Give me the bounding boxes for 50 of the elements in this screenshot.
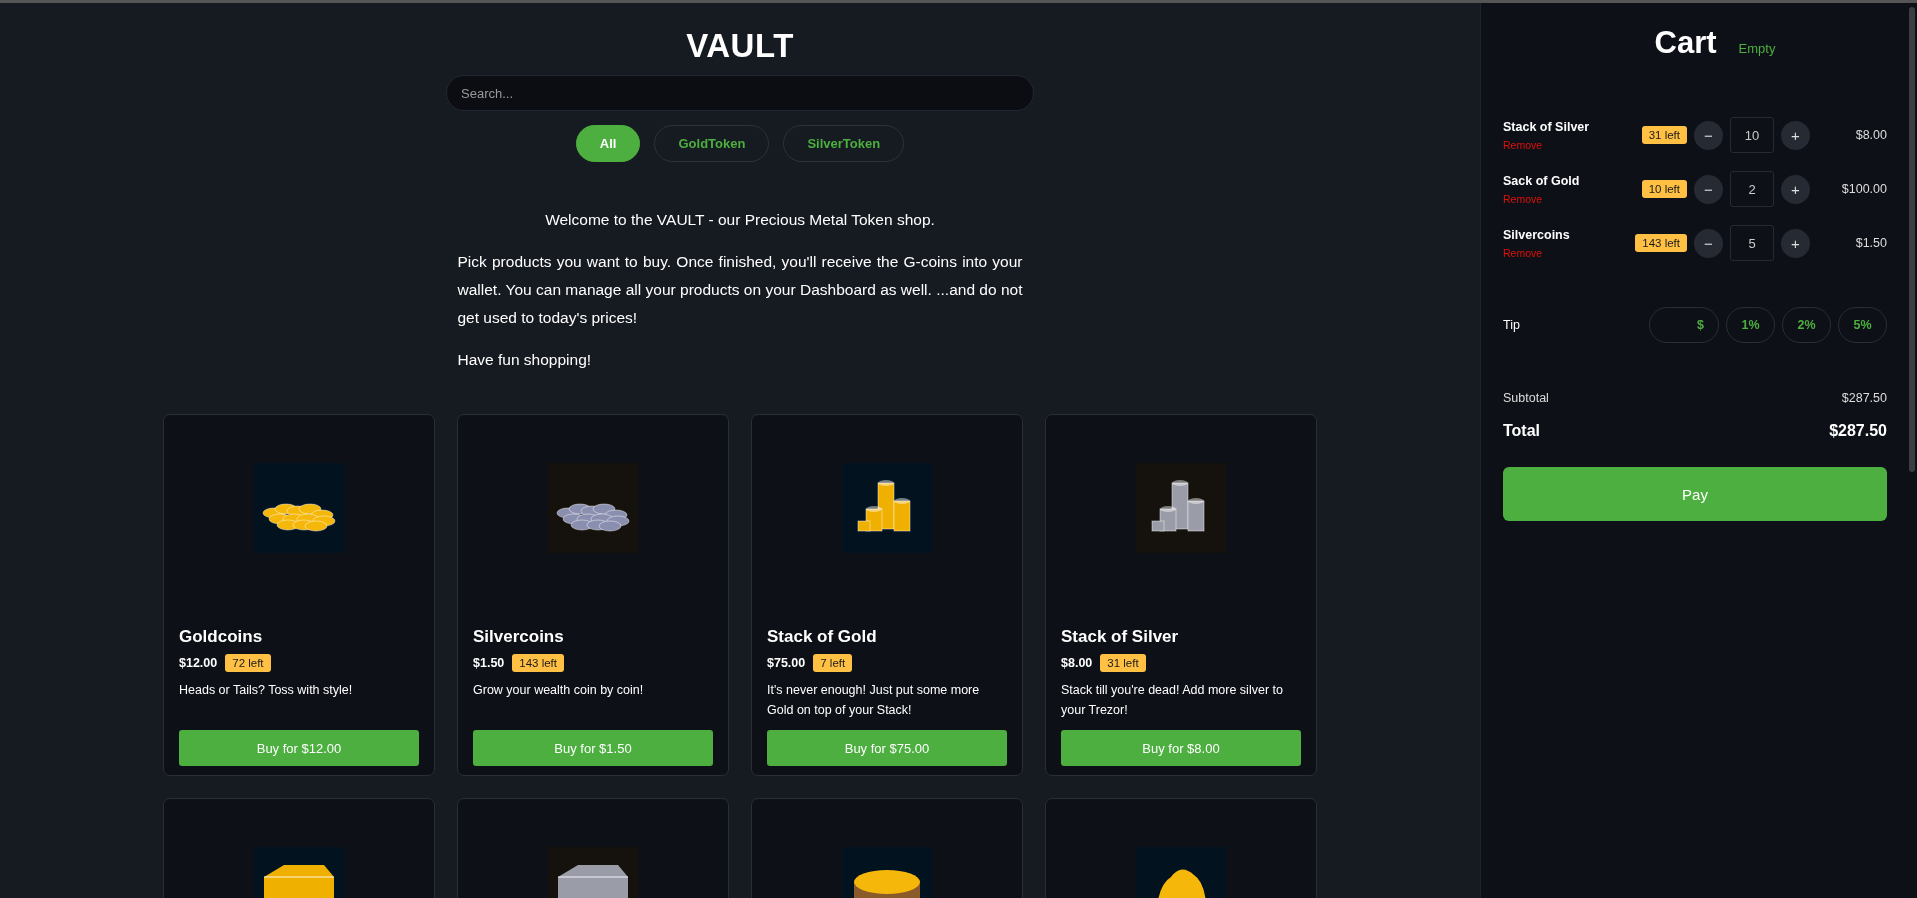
total-label: Total	[1503, 422, 1541, 440]
product-description: Grow your wealth coin by coin!	[473, 682, 645, 699]
subtotal-value: $287.50	[1841, 391, 1887, 405]
decrease-button[interactable]: −	[1694, 174, 1723, 204]
stock-badge: 31 left	[1641, 126, 1687, 144]
remove-link[interactable]: Remove	[1503, 138, 1543, 151]
product-name: Silvercoins	[473, 627, 565, 647]
stock-badge: 31 left	[1100, 654, 1146, 672]
increase-button[interactable]: +	[1781, 120, 1810, 150]
stock-badge: 143 left	[1635, 234, 1687, 252]
cart-title: Cart	[1654, 25, 1717, 61]
product-description: Stack till you're dead! Add more silver to your Trezor!	[1061, 682, 1284, 719]
decrease-button[interactable]: −	[1694, 120, 1723, 150]
cart-item-price: $1.50	[1854, 236, 1887, 250]
quantity-field[interactable]: 10	[1730, 117, 1774, 153]
cart-item-name: Sack of Gold	[1503, 173, 1581, 188]
search-field[interactable]: Search...	[446, 75, 1034, 111]
product-name: Stack of Gold	[767, 627, 878, 647]
product-price: $75.00	[767, 656, 806, 670]
product-price: $8.00	[1061, 656, 1093, 670]
product-description: Heads or Tails? Toss with style!	[179, 682, 354, 699]
cart-item-name: Stack of Silver	[1503, 119, 1591, 134]
intro-paragraph: Welcome to the VAULT - our Precious Metal Token shop.	[544, 210, 936, 230]
tip-label: Tip	[1503, 318, 1520, 332]
remove-link[interactable]: Remove	[1503, 246, 1543, 259]
cart-item-name: Silvercoins	[1503, 227, 1571, 242]
intro-paragraph: Have fun shopping!	[457, 350, 593, 370]
cart-item-price: $100.00	[1840, 182, 1887, 196]
cart-item-price: $8.00	[1854, 128, 1887, 142]
stock-badge: 143 left	[512, 654, 564, 672]
stock-badge: 72 left	[225, 654, 271, 672]
cart-status: Empty	[1738, 41, 1776, 56]
subtotal-label: Subtotal	[1503, 391, 1549, 405]
decrease-button[interactable]: −	[1694, 228, 1723, 258]
quantity-field[interactable]: 2	[1730, 171, 1774, 207]
remove-link[interactable]: Remove	[1503, 192, 1543, 205]
product-price: $1.50	[473, 656, 505, 670]
increase-button[interactable]: +	[1781, 174, 1810, 204]
shop-title: VAULT	[686, 27, 794, 65]
quantity-field[interactable]: 5	[1730, 225, 1774, 261]
increase-button[interactable]: +	[1781, 228, 1810, 258]
scrollbar[interactable]	[1907, 3, 1917, 898]
product-name: Stack of Silver	[1061, 627, 1180, 647]
intro-paragraph: Pick products you want to buy. Once finished, you'll receive the G-coins into your wallet. You can manage all your products on your Dashboard as well. ...and do not get used to today's prices!	[457, 252, 1023, 328]
total-value: $287.50	[1829, 422, 1887, 440]
stock-badge: 10 left	[1641, 180, 1687, 198]
product-price: $12.00	[179, 656, 218, 670]
product-name: Goldcoins	[179, 627, 264, 647]
stock-badge: 7 left	[813, 654, 853, 672]
product-description: It's never enough! Just put some more Gold on top of your Stack!	[767, 682, 981, 719]
